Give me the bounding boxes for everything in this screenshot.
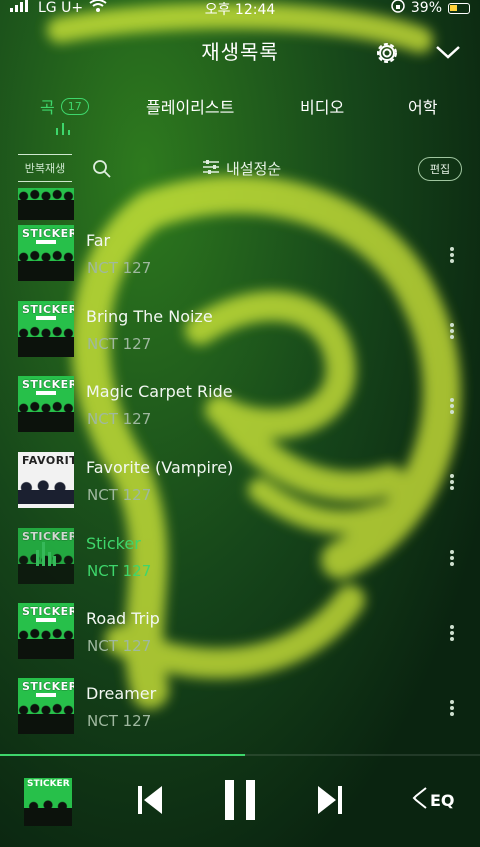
tab-bar: 곡 17 플레이리스트 비디오 어학	[0, 90, 480, 135]
more-icon[interactable]	[446, 548, 458, 570]
song-artist: NCT 127	[87, 259, 152, 277]
playing-bars-icon	[36, 542, 56, 566]
pause-icon[interactable]	[220, 778, 260, 822]
song-title: Sticker	[86, 534, 141, 553]
page-title: 재생목록	[201, 40, 279, 64]
status-bar: LG U+ 오후 12:44 39%	[0, 0, 480, 18]
album-cover: STICKER	[18, 678, 74, 734]
song-title: Far	[86, 231, 111, 250]
now-playing-icon	[56, 120, 70, 135]
songs-count-badge: 17	[60, 97, 89, 115]
gear-icon[interactable]	[372, 38, 402, 68]
song-list[interactable]: STICKER Far NCT 127 STICKER Bring The No…	[0, 188, 480, 742]
song-title: Magic Carpet Ride	[86, 382, 233, 401]
list-item[interactable]: STICKER Dreamer NCT 127	[0, 678, 480, 742]
album-cover: STICKER	[18, 225, 74, 281]
tab-playlist[interactable]: 플레이리스트	[146, 94, 234, 118]
album-cover: STICKER	[18, 528, 74, 584]
eq-button[interactable]: EQ	[412, 786, 455, 814]
more-icon[interactable]	[446, 698, 458, 720]
song-artist: NCT 127	[87, 562, 152, 580]
repeat-button[interactable]: 반복재생	[18, 154, 72, 182]
song-artist: NCT 127	[87, 335, 152, 353]
more-icon[interactable]	[446, 472, 458, 494]
battery-percent: 39%	[410, 0, 442, 16]
tab-songs[interactable]: 곡 17	[40, 94, 89, 118]
mini-player: STICKER EQ	[0, 756, 480, 847]
eq-label: EQ	[430, 790, 455, 810]
album-cover: STICKER	[18, 376, 74, 432]
tab-songs-label: 곡	[40, 98, 55, 117]
sort-label: 내설정순	[226, 160, 282, 178]
chevron-down-icon[interactable]	[434, 42, 462, 62]
album-cover	[18, 188, 74, 220]
search-icon[interactable]	[92, 159, 112, 179]
sort-button[interactable]: 내설정순	[202, 158, 281, 179]
now-playing-cover[interactable]: STICKER	[24, 778, 72, 826]
rotation-lock-icon	[391, 0, 405, 17]
previous-track-icon[interactable]	[132, 782, 168, 818]
list-item[interactable]: STICKER Magic Carpet Ride NCT 127	[0, 376, 480, 452]
status-right: 39%	[391, 0, 470, 17]
battery-icon	[448, 2, 470, 14]
song-title: Bring The Noize	[86, 307, 213, 326]
more-icon[interactable]	[446, 623, 458, 645]
song-artist: NCT 127	[87, 712, 152, 730]
sliders-icon	[202, 159, 220, 179]
list-item[interactable]: STICKER Road Trip NCT 127	[0, 603, 480, 679]
song-artist: NCT 127	[87, 637, 152, 655]
album-cover: STICKER	[18, 301, 74, 357]
list-item[interactable]: STICKER Bring The Noize NCT 127	[0, 301, 480, 377]
list-toolbar: 반복재생 내설정순 편집	[0, 152, 480, 186]
next-track-icon[interactable]	[312, 782, 348, 818]
more-icon[interactable]	[446, 396, 458, 418]
edit-button[interactable]: 편집	[418, 157, 462, 181]
speaker-icon	[412, 786, 428, 814]
list-item[interactable]: STICKER Far NCT 127	[0, 225, 480, 301]
album-cover: STICKER	[18, 603, 74, 659]
album-cover: FAVORITE	[18, 452, 74, 508]
song-artist: NCT 127	[87, 486, 152, 504]
tab-video[interactable]: 비디오	[300, 94, 344, 118]
song-title: Favorite (Vampire)	[86, 458, 234, 477]
header: 재생목록	[0, 30, 480, 74]
more-icon[interactable]	[446, 321, 458, 343]
song-title: Road Trip	[86, 609, 160, 628]
song-title: Dreamer	[86, 684, 157, 703]
list-item-now-playing[interactable]: STICKER Sticker NCT 127	[0, 528, 480, 604]
song-artist: NCT 127	[87, 410, 152, 428]
list-item[interactable]: FAVORITE Favorite (Vampire) NCT 127	[0, 452, 480, 528]
more-icon[interactable]	[446, 245, 458, 267]
tab-language[interactable]: 어학	[408, 94, 437, 118]
